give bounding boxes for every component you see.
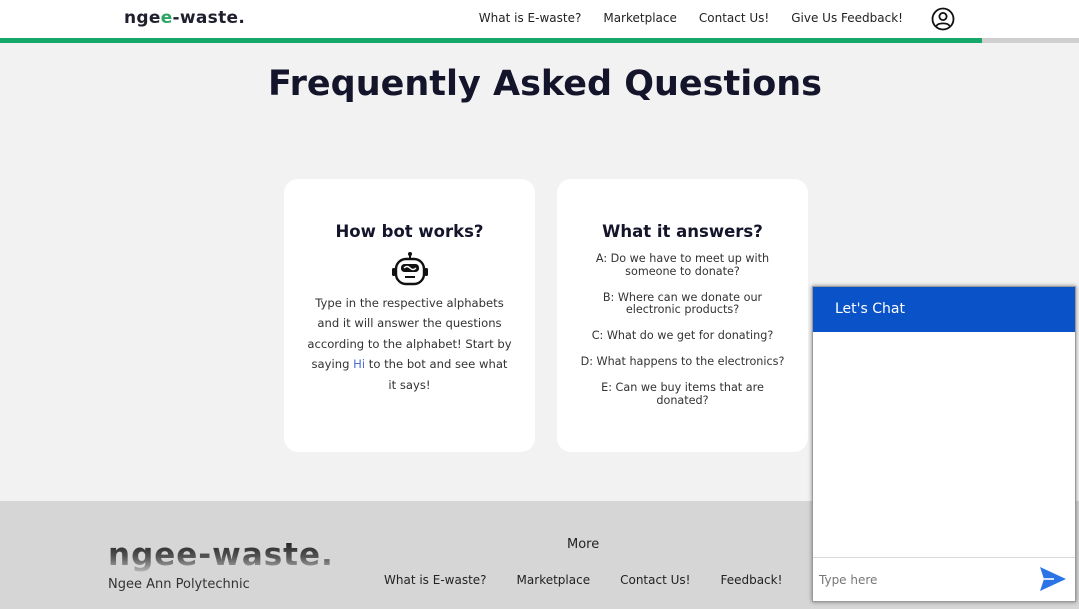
chat-input[interactable] bbox=[819, 568, 1029, 592]
how-bot-works-title: How bot works? bbox=[335, 222, 484, 241]
faq-item-e: E: Can we buy items that are donated? bbox=[601, 380, 764, 407]
how-bot-works-card: How bot works? Type in the respective al… bbox=[284, 179, 535, 452]
footer-link-marketplace[interactable]: Marketplace bbox=[517, 573, 591, 587]
faq-list: A: Do we have to meet up with someone to… bbox=[557, 252, 808, 407]
chat-header[interactable]: Let's Chat bbox=[813, 287, 1075, 332]
nav-link-contact[interactable]: Contact Us! bbox=[699, 11, 769, 25]
faq-item-c: C: What do we get for donating? bbox=[591, 329, 774, 343]
brand-logo[interactable]: ngee-waste. bbox=[124, 8, 245, 28]
faq-item-a: A: Do we have to meet up with someone to… bbox=[595, 252, 770, 278]
chat-input-row bbox=[813, 557, 1075, 601]
navbar: ngee-waste. What is E-waste? Marketplace… bbox=[0, 0, 1079, 38]
chat-widget: Let's Chat bbox=[812, 286, 1076, 602]
chat-messages[interactable] bbox=[813, 332, 1075, 558]
scroll-progress-bar bbox=[0, 38, 1079, 43]
what-it-answers-card: What it answers? A: Do we have to meet u… bbox=[557, 179, 808, 452]
faq-item-b: B: Where can we donate our electronic pr… bbox=[602, 290, 763, 317]
footer-logo[interactable]: ngee-waste. bbox=[108, 537, 334, 573]
nav-links: What is E-waste? Marketplace Contact Us!… bbox=[479, 11, 903, 25]
nav-link-marketplace[interactable]: Marketplace bbox=[603, 11, 677, 25]
robot-icon bbox=[391, 252, 428, 286]
footer-link-feedback[interactable]: Feedback! bbox=[720, 573, 782, 587]
scroll-progress-fill bbox=[0, 38, 982, 43]
footer-links: What is E-waste? Marketplace Contact Us!… bbox=[384, 573, 782, 587]
how-bot-works-description: Type in the respective alphabets and it … bbox=[307, 296, 512, 392]
footer-link-contact[interactable]: Contact Us! bbox=[620, 573, 690, 587]
footer-link-what-is-ewaste[interactable]: What is E-waste? bbox=[384, 573, 487, 587]
footer-more-heading: More bbox=[567, 537, 600, 552]
nav-link-what-is-ewaste[interactable]: What is E-waste? bbox=[479, 11, 582, 25]
chat-title: Let's Chat bbox=[835, 301, 905, 317]
page-title: Frequently Asked Questions bbox=[267, 64, 823, 104]
nav-link-feedback[interactable]: Give Us Feedback! bbox=[791, 11, 903, 25]
footer-subtitle: Ngee Ann Polytechnic bbox=[108, 577, 250, 592]
user-circle-icon[interactable] bbox=[931, 7, 955, 31]
send-icon[interactable] bbox=[1039, 566, 1067, 592]
faq-item-d: D: What happens to the electronics? bbox=[580, 354, 785, 368]
what-it-answers-title: What it answers? bbox=[602, 222, 763, 241]
